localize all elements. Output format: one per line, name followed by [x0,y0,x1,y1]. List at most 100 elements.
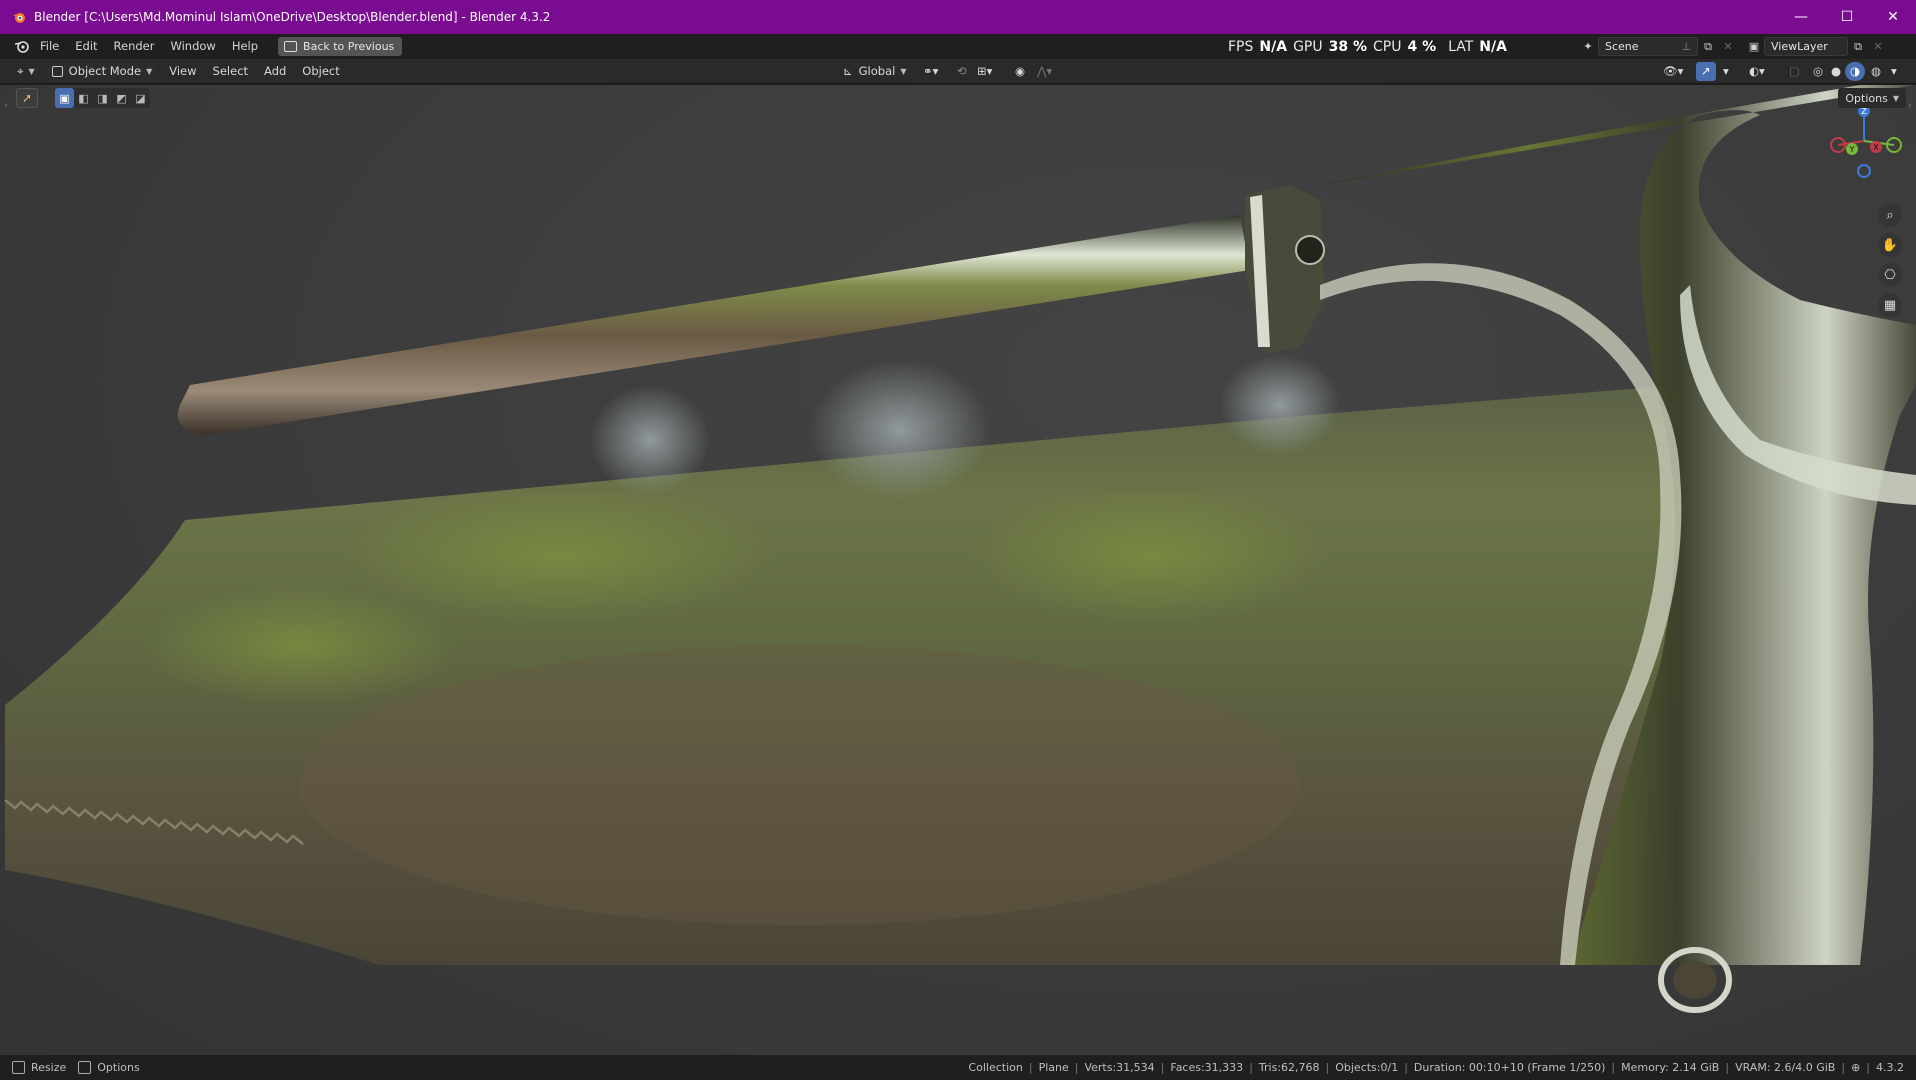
select-extend-icon[interactable]: ◧ [74,88,93,108]
status-resize-label: Resize [31,1061,67,1074]
editor-type-button[interactable]: ⌖ ▼ [12,62,40,81]
scene-browse-icon[interactable]: ✦ [1578,37,1598,56]
menu-file[interactable]: File [32,34,67,59]
select-box-tool-icon[interactable]: ➚ [16,88,38,108]
menu-object[interactable]: Object [297,62,344,81]
window-controls: — ☐ ✕ [1778,0,1916,34]
fps-value: N/A [1259,38,1288,55]
select-subtract-icon[interactable]: ◨ [93,88,112,108]
xray-icon[interactable]: ▢ [1784,62,1805,81]
shading-options-icon[interactable]: ▾ [1886,62,1902,81]
navigation-gizmo[interactable]: Z Y X [1826,103,1902,179]
menu-add[interactable]: Add [259,62,291,81]
stat-collection: Collection [968,1061,1023,1074]
blender-icon [14,41,29,53]
3d-viewport[interactable]: Z Y X ⌕ ✋ ⎔ ▦ › ‹ [0,85,1916,1055]
menu-select[interactable]: Select [208,62,253,81]
close-button[interactable]: ✕ [1870,0,1916,34]
snap-toggle-icon[interactable]: ⟲ [952,62,972,81]
stat-objects: Objects:0/1 [1335,1061,1399,1074]
solid-shading-icon[interactable]: ● [1826,62,1846,81]
new-scene-icon[interactable]: ⧉ [1698,37,1718,56]
blender-logo-icon [13,13,25,23]
gpu-value: 38 % [1328,38,1367,55]
lat-label: LAT [1448,38,1474,55]
mode-dropdown[interactable]: Object Mode ▼ [45,61,159,81]
tool-settings-row: ➚ ▣ ◧ ◨ ◩ ◪ [16,88,150,108]
status-options-label: Options [97,1061,140,1074]
stat-faces: Faces:31,333 [1170,1061,1244,1074]
mode-label: Object Mode [68,64,142,78]
camera-view-icon[interactable]: ⎔ [1878,263,1902,287]
proportional-editing-icon[interactable]: ◉ [1010,62,1030,81]
chevron-down-icon[interactable]: ▾ [1718,62,1734,81]
select-intersect-icon[interactable]: ◪ [131,88,150,108]
stat-memory: Memory: 2.14 GiB [1621,1061,1720,1074]
chevron-down-icon: ▼ [1892,93,1899,103]
overlays-icon[interactable]: ◐▾ [1744,62,1770,81]
back-to-previous-label: Back to Previous [303,40,395,53]
pan-hand-icon[interactable]: ✋ [1878,233,1902,257]
chevron-down-icon: ▼ [146,66,153,76]
pivot-point-icon[interactable]: ⚭▾ [918,62,943,81]
view-layer-name-field[interactable]: ViewLayer [1764,37,1848,56]
remove-scene-icon[interactable]: ✕ [1718,37,1738,56]
menu-edit[interactable]: Edit [67,34,105,59]
rendered-shading-icon[interactable]: ◍ [1866,62,1886,81]
selection-mode-group: ▣ ◧ ◨ ◩ ◪ [55,88,150,108]
menu-render[interactable]: Render [106,34,163,59]
axis-y-label: Y [1849,145,1855,154]
remove-view-layer-icon[interactable]: ✕ [1868,37,1888,56]
blender-menu-button[interactable] [10,38,32,56]
fps-label: FPS [1228,38,1254,55]
visibility-icon[interactable]: 👁▾ [1658,62,1688,81]
falloff-icon[interactable]: ⋀▾ [1032,62,1057,81]
select-new-icon[interactable]: ▣ [55,88,74,108]
pin-icon[interactable]: ⊥ [1681,40,1691,53]
options-dropdown[interactable]: Options ▼ [1838,88,1906,108]
sidebar-expand-icon[interactable]: ‹ [1908,101,1912,111]
object-mode-icon [51,65,63,77]
toolbar-expand-icon[interactable]: › [4,101,8,111]
snap-target-icon[interactable]: ⊞▾ [972,62,997,81]
zoom-icon[interactable]: ⌕ [1878,203,1902,227]
perspective-grid-icon[interactable]: ▦ [1878,293,1902,317]
mouse-resize-icon [12,1061,25,1074]
performance-readout: FPS N/A GPU 38 % CPU 4 % LAT N/A [1228,34,1507,59]
chevron-down-icon: ▼ [900,66,907,76]
stat-tris: Tris:62,768 [1258,1061,1320,1074]
stat-vram: VRAM: 2.6/4.0 GiB [1735,1061,1836,1074]
maximize-button[interactable]: ☐ [1824,0,1870,34]
menu-window[interactable]: Window [162,34,223,59]
lat-value: N/A [1479,38,1507,55]
scene-name: Scene [1605,40,1639,53]
select-invert-icon[interactable]: ◩ [112,88,131,108]
scene-statistics: Collection | Plane | Verts:31,534 | Faces:3… [968,1061,1904,1074]
stat-duration: Duration: 00:10+10 (Frame 1/250) [1413,1061,1606,1074]
mouse-options-icon [78,1061,92,1074]
minimize-button[interactable]: — [1778,0,1824,34]
orientation-label: Global [858,64,896,78]
scene-name-field[interactable]: Scene ⊥ [1598,37,1698,56]
menu-help[interactable]: Help [224,34,266,59]
cpu-value: 4 % [1407,38,1437,55]
menu-view[interactable]: View [164,62,201,81]
stat-verts: Verts:31,534 [1084,1061,1155,1074]
material-preview-shading-icon[interactable]: ◑ [1845,61,1866,81]
chevron-down-icon: ▼ [28,66,35,76]
stat-object: Plane [1038,1061,1069,1074]
viewport-render [4,85,1916,1013]
axis-x-label: X [1873,143,1879,152]
gizmo-toggle-icon[interactable]: ↗ [1696,61,1716,81]
view-layer-name: ViewLayer [1771,40,1828,53]
back-icon [284,41,298,52]
window-title: Blender [C:\Users\Md.Mominul Islam\OneDr… [34,10,551,24]
gpu-label: GPU [1293,38,1323,55]
cpu-label: CPU [1373,38,1402,55]
new-view-layer-icon[interactable]: ⧉ [1848,37,1868,56]
back-to-previous-button[interactable]: Back to Previous [278,37,403,56]
globe-icon[interactable]: ⊕ [1851,1061,1860,1074]
transform-orientation-dropdown[interactable]: ⊾ Global ▼ [838,62,911,81]
view-layer-browse-icon[interactable]: ▣ [1744,37,1764,56]
options-label: Options [1845,91,1888,105]
